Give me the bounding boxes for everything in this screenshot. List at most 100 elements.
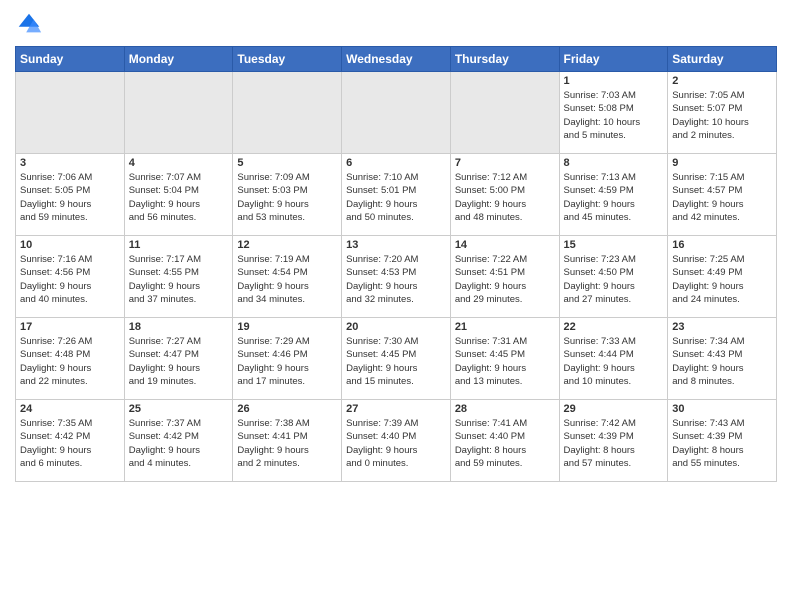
day-number: 25 (129, 403, 229, 415)
day-info: Sunrise: 7:43 AMSunset: 4:39 PMDaylight:… (672, 417, 772, 470)
calendar-cell: 25 Sunrise: 7:37 AMSunset: 4:42 PMDayligh… (124, 400, 233, 482)
calendar-header-monday: Monday (124, 47, 233, 72)
calendar-cell: 17 Sunrise: 7:26 AMSunset: 4:48 PMDayligh… (16, 318, 125, 400)
calendar-cell: 19 Sunrise: 7:29 AMSunset: 4:46 PMDayligh… (233, 318, 342, 400)
day-number: 20 (346, 321, 446, 333)
calendar-cell: 21 Sunrise: 7:31 AMSunset: 4:45 PMDayligh… (450, 318, 559, 400)
day-info: Sunrise: 7:05 AMSunset: 5:07 PMDaylight:… (672, 89, 772, 142)
day-info: Sunrise: 7:07 AMSunset: 5:04 PMDaylight:… (129, 171, 229, 224)
calendar-cell: 5Sunrise: 7:09 AMSunset: 5:03 PMDaylight… (233, 154, 342, 236)
day-number: 1 (564, 75, 664, 87)
day-info: Sunrise: 7:20 AMSunset: 4:53 PMDaylight:… (346, 253, 446, 306)
calendar-cell: 9 Sunrise: 7:15 AMSunset: 4:57 PMDaylight… (668, 154, 777, 236)
day-info: Sunrise: 7:12 AMSunset: 5:00 PMDaylight:… (455, 171, 555, 224)
calendar-header-thursday: Thursday (450, 47, 559, 72)
day-info: Sunrise: 7:27 AMSunset: 4:47 PMDaylight:… (129, 335, 229, 388)
calendar-week-5: 24 Sunrise: 7:35 AMSunset: 4:42 PMDayligh… (16, 400, 777, 482)
calendar-week-2: 3Sunrise: 7:06 AMSunset: 5:05 PMDaylight… (16, 154, 777, 236)
day-info: Sunrise: 7:22 AMSunset: 4:51 PMDaylight:… (455, 253, 555, 306)
day-info: Sunrise: 7:41 AMSunset: 4:40 PMDaylight:… (455, 417, 555, 470)
calendar-week-3: 10 Sunrise: 7:16 AMSunset: 4:56 PMDayligh… (16, 236, 777, 318)
calendar-header-tuesday: Tuesday (233, 47, 342, 72)
day-number: 19 (237, 321, 337, 333)
header (15, 10, 777, 38)
calendar-cell: 30 Sunrise: 7:43 AMSunset: 4:39 PMDayligh… (668, 400, 777, 482)
calendar-cell: 1 Sunrise: 7:03 AMSunset: 5:08 PMDaylight… (559, 72, 668, 154)
day-info: Sunrise: 7:10 AMSunset: 5:01 PMDaylight:… (346, 171, 446, 224)
day-number: 14 (455, 239, 555, 251)
calendar-cell: 27 Sunrise: 7:39 AMSunset: 4:40 PMDayligh… (342, 400, 451, 482)
day-number: 11 (129, 239, 229, 251)
calendar-cell: 10 Sunrise: 7:16 AMSunset: 4:56 PMDayligh… (16, 236, 125, 318)
calendar-cell (233, 72, 342, 154)
calendar-cell: 8 Sunrise: 7:13 AMSunset: 4:59 PMDaylight… (559, 154, 668, 236)
day-number: 17 (20, 321, 120, 333)
calendar-cell: 28 Sunrise: 7:41 AMSunset: 4:40 PMDayligh… (450, 400, 559, 482)
calendar-cell: 7 Sunrise: 7:12 AMSunset: 5:00 PMDaylight… (450, 154, 559, 236)
calendar-cell (450, 72, 559, 154)
calendar-cell: 29 Sunrise: 7:42 AMSunset: 4:39 PMDayligh… (559, 400, 668, 482)
day-info: Sunrise: 7:37 AMSunset: 4:42 PMDaylight:… (129, 417, 229, 470)
day-number: 8 (564, 157, 664, 169)
calendar-cell: 23 Sunrise: 7:34 AMSunset: 4:43 PMDayligh… (668, 318, 777, 400)
day-number: 13 (346, 239, 446, 251)
day-info: Sunrise: 7:19 AMSunset: 4:54 PMDaylight:… (237, 253, 337, 306)
day-number: 23 (672, 321, 772, 333)
logo (15, 10, 47, 38)
day-number: 2 (672, 75, 772, 87)
page: SundayMondayTuesdayWednesdayThursdayFrid… (0, 0, 792, 612)
day-number: 27 (346, 403, 446, 415)
calendar-cell: 16Sunrise: 7:25 AMSunset: 4:49 PMDayligh… (668, 236, 777, 318)
day-number: 26 (237, 403, 337, 415)
day-info: Sunrise: 7:15 AMSunset: 4:57 PMDaylight:… (672, 171, 772, 224)
day-number: 24 (20, 403, 120, 415)
calendar-cell (342, 72, 451, 154)
day-info: Sunrise: 7:29 AMSunset: 4:46 PMDaylight:… (237, 335, 337, 388)
calendar-cell: 2 Sunrise: 7:05 AMSunset: 5:07 PMDaylight… (668, 72, 777, 154)
calendar: SundayMondayTuesdayWednesdayThursdayFrid… (15, 46, 777, 482)
day-number: 5 (237, 157, 337, 169)
calendar-cell: 6Sunrise: 7:10 AMSunset: 5:01 PMDaylight… (342, 154, 451, 236)
day-info: Sunrise: 7:38 AMSunset: 4:41 PMDaylight:… (237, 417, 337, 470)
day-info: Sunrise: 7:16 AMSunset: 4:56 PMDaylight:… (20, 253, 120, 306)
day-number: 9 (672, 157, 772, 169)
day-info: Sunrise: 7:39 AMSunset: 4:40 PMDaylight:… (346, 417, 446, 470)
day-number: 21 (455, 321, 555, 333)
calendar-header-wednesday: Wednesday (342, 47, 451, 72)
calendar-cell: 4 Sunrise: 7:07 AMSunset: 5:04 PMDaylight… (124, 154, 233, 236)
calendar-cell (124, 72, 233, 154)
day-info: Sunrise: 7:23 AMSunset: 4:50 PMDaylight:… (564, 253, 664, 306)
day-number: 10 (20, 239, 120, 251)
day-number: 7 (455, 157, 555, 169)
day-info: Sunrise: 7:42 AMSunset: 4:39 PMDaylight:… (564, 417, 664, 470)
day-number: 15 (564, 239, 664, 251)
day-number: 4 (129, 157, 229, 169)
calendar-cell: 18Sunrise: 7:27 AMSunset: 4:47 PMDayligh… (124, 318, 233, 400)
day-number: 12 (237, 239, 337, 251)
day-info: Sunrise: 7:06 AMSunset: 5:05 PMDaylight:… (20, 171, 120, 224)
day-number: 30 (672, 403, 772, 415)
calendar-cell: 11 Sunrise: 7:17 AMSunset: 4:55 PMDayligh… (124, 236, 233, 318)
calendar-cell: 20 Sunrise: 7:30 AMSunset: 4:45 PMDayligh… (342, 318, 451, 400)
day-number: 29 (564, 403, 664, 415)
calendar-cell: 15 Sunrise: 7:23 AMSunset: 4:50 PMDayligh… (559, 236, 668, 318)
calendar-header-saturday: Saturday (668, 47, 777, 72)
calendar-header-sunday: Sunday (16, 47, 125, 72)
day-info: Sunrise: 7:34 AMSunset: 4:43 PMDaylight:… (672, 335, 772, 388)
day-info: Sunrise: 7:26 AMSunset: 4:48 PMDaylight:… (20, 335, 120, 388)
day-info: Sunrise: 7:33 AMSunset: 4:44 PMDaylight:… (564, 335, 664, 388)
day-info: Sunrise: 7:17 AMSunset: 4:55 PMDaylight:… (129, 253, 229, 306)
calendar-week-1: 1 Sunrise: 7:03 AMSunset: 5:08 PMDaylight… (16, 72, 777, 154)
calendar-cell: 13 Sunrise: 7:20 AMSunset: 4:53 PMDayligh… (342, 236, 451, 318)
calendar-cell: 24 Sunrise: 7:35 AMSunset: 4:42 PMDayligh… (16, 400, 125, 482)
calendar-cell: 3Sunrise: 7:06 AMSunset: 5:05 PMDaylight… (16, 154, 125, 236)
calendar-cell: 14 Sunrise: 7:22 AMSunset: 4:51 PMDayligh… (450, 236, 559, 318)
day-info: Sunrise: 7:31 AMSunset: 4:45 PMDaylight:… (455, 335, 555, 388)
day-info: Sunrise: 7:30 AMSunset: 4:45 PMDaylight:… (346, 335, 446, 388)
day-number: 28 (455, 403, 555, 415)
day-info: Sunrise: 7:13 AMSunset: 4:59 PMDaylight:… (564, 171, 664, 224)
day-info: Sunrise: 7:35 AMSunset: 4:42 PMDaylight:… (20, 417, 120, 470)
day-info: Sunrise: 7:03 AMSunset: 5:08 PMDaylight:… (564, 89, 664, 142)
day-number: 22 (564, 321, 664, 333)
calendar-cell (16, 72, 125, 154)
